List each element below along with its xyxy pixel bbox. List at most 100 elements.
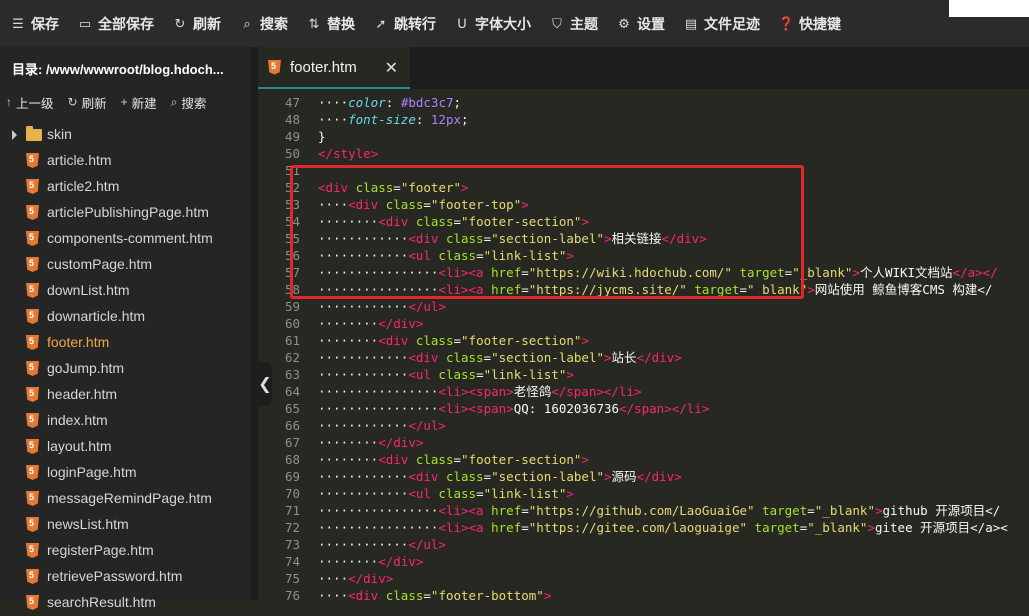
- code-line[interactable]: </style>: [318, 145, 378, 162]
- file-name: retrievePassword.htm: [47, 568, 183, 584]
- toolbar-button-7[interactable]: ⛉ 主题: [539, 0, 606, 47]
- code-token: ····: [318, 112, 349, 127]
- file-item[interactable]: newsList.htm: [0, 512, 250, 538]
- code-editor[interactable]: 47 48 49 50 51 52 53 54 55 56 57 58 59 60 61 62 63 64 65 66…: [258, 89, 1029, 600]
- code-line[interactable]: ············<ul class="link-list">: [318, 247, 574, 264]
- file-item[interactable]: customPage.htm: [0, 252, 250, 278]
- code-line[interactable]: ········</div>: [318, 315, 423, 332]
- code-token: ············: [318, 350, 409, 365]
- sidebar-action-2[interactable]: + 新建: [121, 93, 157, 112]
- html5-file-icon: [26, 335, 39, 350]
- code-line[interactable]: ················<li><a href="https://git…: [318, 502, 1000, 519]
- file-item[interactable]: loginPage.htm: [0, 460, 250, 486]
- html5-file-icon: [26, 283, 39, 298]
- sidebar-action-0[interactable]: ↑ 上一级: [6, 93, 54, 112]
- file-item[interactable]: layout.htm: [0, 434, 250, 460]
- folder-item[interactable]: skin: [0, 122, 250, 148]
- code-line[interactable]: ····font-size: 12px;: [318, 111, 469, 128]
- file-item[interactable]: article.htm: [0, 148, 250, 174]
- code-line[interactable]: ············<div class="section-label">相…: [318, 230, 707, 247]
- sidebar-action-3[interactable]: ⌕ 搜索: [171, 93, 207, 112]
- code-line[interactable]: ············<ul class="link-list">: [318, 485, 574, 502]
- file-name: layout.htm: [47, 438, 112, 454]
- file-name: newsList.htm: [47, 516, 129, 532]
- code-token: "footer-top": [430, 197, 522, 212]
- code-line[interactable]: }: [318, 128, 326, 145]
- file-item[interactable]: articlePublishingPage.htm: [0, 200, 250, 226]
- code-line[interactable]: ················<li><span>QQ: 1602036736…: [318, 400, 709, 417]
- toolbar-button-6[interactable]: ᑌ 字体大小: [444, 0, 539, 47]
- toolbar-button-9[interactable]: ▤ 文件足迹: [673, 0, 768, 47]
- toolbar-button-label: 全部保存: [98, 15, 154, 32]
- toolbar-button-label: 搜索: [260, 15, 288, 32]
- toolbar-button-3[interactable]: ⌕ 搜索: [229, 0, 296, 47]
- file-item[interactable]: messageRemindPage.htm: [0, 486, 250, 512]
- gear-icon: ⚙: [618, 15, 630, 31]
- html5-file-icon: [26, 439, 39, 454]
- code-line[interactable]: ····<div class="footer-top">: [318, 196, 529, 213]
- toolbar-button-10[interactable]: ❓ 快捷键: [768, 0, 849, 47]
- tab-footer-htm[interactable]: footer.htm ✕: [258, 47, 410, 89]
- code-line[interactable]: ········<div class="footer-section">: [318, 451, 589, 468]
- toolbar-button-2[interactable]: ↻ 刷新: [162, 0, 229, 47]
- file-item[interactable]: retrievePassword.htm: [0, 564, 250, 590]
- directory-path: 目录: /www/wwwroot/blog.hdoch...: [12, 62, 224, 77]
- code-token: 个人WIKI文档站: [859, 265, 953, 280]
- code-line[interactable]: ············</ul>: [318, 298, 446, 315]
- code-line[interactable]: ········</div>: [318, 434, 423, 451]
- collapse-sidebar-button[interactable]: ❮: [258, 362, 272, 406]
- code-line[interactable]: ············<div class="section-label">站…: [318, 349, 682, 366]
- file-item[interactable]: index.htm: [0, 408, 250, 434]
- line-number: 56: [284, 248, 300, 263]
- toolbar-button-0[interactable]: ☰ 保存: [0, 0, 67, 47]
- code-line[interactable]: ················<li><span>老怪鸽</span></li…: [318, 383, 642, 400]
- code-token: "_blank": [807, 520, 868, 535]
- code-token: :: [415, 112, 431, 127]
- line-number: 73: [284, 537, 300, 552]
- toolbar-button-8[interactable]: ⚙ 设置: [606, 0, 673, 47]
- code-line[interactable]: ············</ul>: [318, 536, 446, 553]
- sidebar-scrollbar[interactable]: [250, 47, 258, 600]
- sidebar-action-label: 上一级: [16, 96, 54, 111]
- code-token: gitee 开源项目</a><: [874, 520, 1008, 535]
- code-line[interactable]: ········<div class="footer-section">: [318, 213, 589, 230]
- code-line[interactable]: ············</ul>: [318, 417, 446, 434]
- file-item[interactable]: searchResult.htm: [0, 590, 250, 616]
- file-item[interactable]: components-comment.htm: [0, 226, 250, 252]
- code-line[interactable]: ············<ul class="link-list">: [318, 366, 574, 383]
- close-icon[interactable]: ✕: [385, 58, 398, 78]
- code-token: =: [483, 469, 492, 484]
- file-item[interactable]: footer.htm: [0, 330, 250, 356]
- toolbar-button-4[interactable]: ⇅ 替换: [296, 0, 363, 47]
- file-item[interactable]: downList.htm: [0, 278, 250, 304]
- file-item[interactable]: registerPage.htm: [0, 538, 250, 564]
- file-name: footer.htm: [47, 334, 110, 350]
- code-line[interactable]: ················<li><a href="https://jyc…: [318, 281, 992, 298]
- code-token: =: [521, 520, 529, 535]
- code-line[interactable]: ················<li><a href="https://git…: [318, 519, 1008, 536]
- file-item[interactable]: header.htm: [0, 382, 250, 408]
- html5-file-icon: [26, 231, 39, 246]
- code-line[interactable]: ········</div>: [318, 553, 423, 570]
- sidebar-action-1[interactable]: ↻ 刷新: [68, 93, 107, 112]
- code-line[interactable]: ····<div class="footer-bottom">: [318, 587, 551, 600]
- code-token: ············: [318, 299, 409, 314]
- code-line[interactable]: ········<div class="footer-section">: [318, 332, 589, 349]
- code-line[interactable]: ····</div>: [318, 570, 393, 587]
- chevron-right-icon[interactable]: [12, 130, 17, 140]
- code-token: "_blank": [747, 282, 808, 297]
- code-line[interactable]: ················<li><a href="https://wik…: [318, 264, 998, 281]
- toolbar-button-1[interactable]: ▭ 全部保存: [67, 0, 162, 47]
- code-token: class: [415, 214, 454, 229]
- code-line[interactable]: ····color: #bdc3c7;: [318, 94, 461, 111]
- file-item[interactable]: downarticle.htm: [0, 304, 250, 330]
- code-token: target: [762, 503, 808, 518]
- code-token: >: [543, 588, 552, 600]
- code-line[interactable]: ············<div class="section-label">源…: [318, 468, 682, 485]
- file-item[interactable]: article2.htm: [0, 174, 250, 200]
- code-line[interactable]: <div class="footer">: [318, 179, 469, 196]
- file-item[interactable]: goJump.htm: [0, 356, 250, 382]
- toolbar-button-5[interactable]: ➚ 跳转行: [363, 0, 444, 47]
- file-name: index.htm: [47, 412, 108, 428]
- code-token: <ul: [408, 367, 431, 382]
